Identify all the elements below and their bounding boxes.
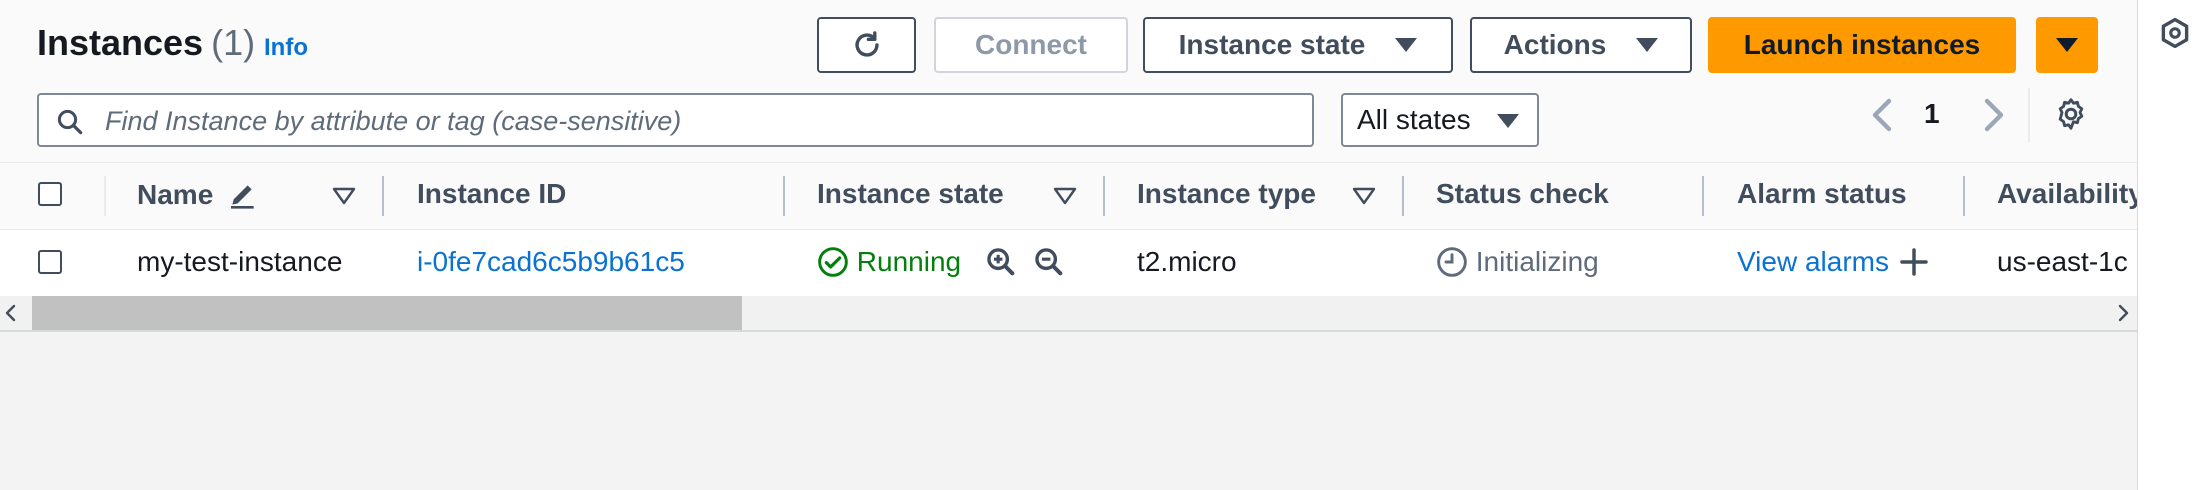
column-header-instance-state[interactable]: Instance state (817, 178, 1004, 210)
search-icon (57, 109, 83, 135)
caret-down-icon (1636, 38, 1659, 52)
scroll-right-icon[interactable] (2116, 303, 2130, 323)
plus-icon[interactable] (1898, 246, 1930, 278)
refresh-button[interactable] (817, 17, 916, 73)
column-divider (1963, 176, 1965, 216)
column-divider (1103, 176, 1105, 216)
divider (2028, 88, 2030, 142)
caret-down-icon (1395, 38, 1418, 52)
settings-icon[interactable] (2053, 96, 2089, 132)
select-all-checkbox[interactable] (38, 182, 62, 206)
row-checkbox[interactable] (38, 250, 62, 274)
clock-icon (1437, 247, 1467, 277)
status-text: Initializing (1475, 246, 1599, 277)
caret-down-icon (1497, 114, 1519, 128)
page-title: Instances (1) (37, 22, 255, 64)
connect-button[interactable]: Connect (934, 17, 1128, 73)
availability-zone-cell: us-east-1c (1997, 246, 2128, 277)
search-input[interactable] (103, 101, 1297, 141)
current-page[interactable]: 1 (1924, 98, 1940, 130)
launch-instances-button[interactable]: Launch instances (1708, 17, 2016, 73)
view-alarms-link[interactable]: View alarms (1737, 246, 1889, 278)
edit-icon (231, 185, 254, 209)
actions-label: Actions (1503, 29, 1607, 60)
hexagon-icon[interactable] (2158, 16, 2192, 50)
scroll-left-icon[interactable] (4, 303, 18, 323)
status-check-cell: Initializing (1436, 246, 1599, 278)
instance-count: (1) (211, 22, 256, 63)
column-header-instance-type[interactable]: Instance type (1137, 178, 1316, 210)
caret-down-icon (2056, 38, 2078, 52)
column-header-alarm-status[interactable]: Alarm status (1737, 178, 1907, 210)
check-circle-icon (818, 247, 848, 277)
search-field[interactable] (37, 93, 1314, 147)
instance-state-label: Instance state (1178, 29, 1366, 60)
sort-icon[interactable] (1053, 186, 1077, 206)
column-header-status-check[interactable]: Status check (1436, 178, 1609, 210)
column-header-instance-id[interactable]: Instance ID (417, 178, 566, 210)
instance-state-button[interactable]: Instance state (1143, 17, 1453, 73)
chevron-left-icon[interactable] (1869, 97, 1897, 133)
sort-icon[interactable] (1352, 186, 1376, 206)
column-header-name[interactable]: Name (137, 178, 259, 211)
state-filter-value: All states (1357, 104, 1471, 135)
instance-name: my-test-instance (137, 246, 343, 277)
column-label: Name (137, 179, 214, 210)
column-header-availability[interactable]: Availability (1997, 178, 2137, 210)
refresh-icon (854, 31, 879, 57)
instance-id-link[interactable]: i-0fe7cad6c5b9b61c5 (417, 246, 685, 278)
info-link[interactable]: Info (264, 34, 308, 62)
title-text: Instances (37, 22, 204, 63)
instance-state-cell: Running (817, 246, 961, 278)
instance-type-cell: t2.micro (1137, 246, 1237, 277)
column-divider (104, 176, 106, 216)
column-divider (1402, 176, 1404, 216)
launch-dropdown-button[interactable] (2036, 17, 2098, 73)
scrollbar-thumb[interactable] (32, 296, 742, 330)
zoom-out-icon[interactable] (1032, 245, 1066, 279)
column-divider (783, 176, 785, 216)
state-running-text: Running (856, 246, 962, 277)
chevron-right-icon[interactable] (1979, 97, 2007, 133)
column-divider (1702, 176, 1704, 216)
actions-button[interactable]: Actions (1470, 17, 1692, 73)
zoom-in-icon[interactable] (984, 245, 1018, 279)
column-divider (382, 176, 384, 216)
right-utility-bar (2137, 0, 2198, 490)
sort-icon[interactable] (332, 186, 356, 206)
state-filter-select[interactable]: All states (1341, 93, 1539, 147)
